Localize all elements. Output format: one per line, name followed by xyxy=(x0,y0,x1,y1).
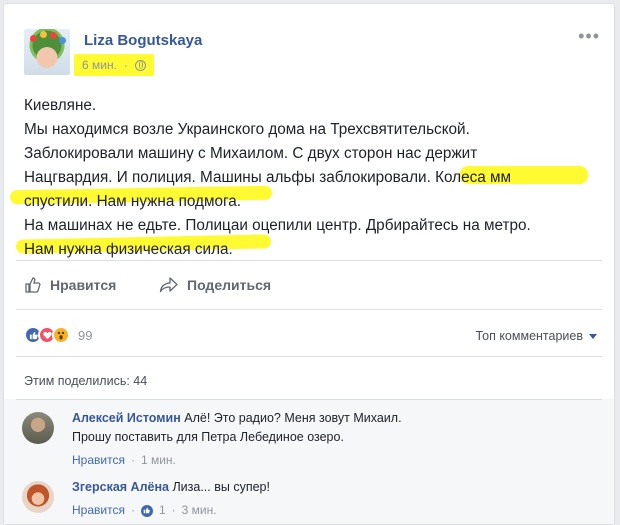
post-paragraph: Нацгвардия. И полиция. Машины альфы забл… xyxy=(24,169,512,186)
comment-like-button[interactable]: Нравится xyxy=(72,501,125,520)
post-paragraph: спустили. Нам нужна подмога. xyxy=(24,193,242,210)
divider xyxy=(16,356,602,357)
author-avatar[interactable] xyxy=(24,29,70,75)
wow-reaction-icon xyxy=(52,326,70,344)
thumbs-up-icon xyxy=(25,277,41,293)
commenter-name[interactable]: Згерская Алёна xyxy=(72,480,169,494)
flower-icon xyxy=(50,32,57,39)
globe-icon[interactable] xyxy=(134,59,146,71)
flower-icon xyxy=(59,37,66,44)
comment-text: Лиза... вы супер! xyxy=(172,480,270,494)
comment-text: Алё! Это радио? Меня зовут Михаил. xyxy=(184,411,402,425)
commenter-avatar[interactable] xyxy=(22,481,54,513)
post-paragraph: Заблокировали машину с Михаилом. С двух … xyxy=(24,145,478,162)
comment-like-count[interactable]: 1 xyxy=(159,501,166,520)
post-meta: 6 мин. · xyxy=(74,54,154,76)
shares-count[interactable]: Этим поделились: 44 xyxy=(24,374,147,388)
flower-icon xyxy=(40,31,47,38)
commenter-avatar[interactable] xyxy=(22,412,54,444)
reactions-count: 99 xyxy=(78,327,93,343)
comment-time[interactable]: 3 мин. xyxy=(182,501,217,520)
like-badge-icon xyxy=(140,504,153,517)
caret-down-icon xyxy=(589,333,597,339)
comment-sort-dropdown[interactable]: Топ комментариев xyxy=(475,329,597,343)
comments-section: Алексей Истомин Алё! Это радио? Меня зов… xyxy=(4,399,614,524)
like-button[interactable]: Нравится xyxy=(24,276,116,294)
comment-like-button[interactable]: Нравится xyxy=(72,451,125,470)
post-text: Киевляне. Мы находимся возле Украинского… xyxy=(24,94,594,262)
divider xyxy=(16,309,602,310)
post-paragraph: Нам нужна физическая сила. xyxy=(24,241,233,258)
share-arrow-icon xyxy=(159,277,178,293)
post-time[interactable]: 6 мин. xyxy=(82,58,117,72)
share-button[interactable]: Поделиться xyxy=(159,276,271,294)
divider xyxy=(16,260,602,261)
divider xyxy=(16,399,602,400)
comment-time[interactable]: 1 мин. xyxy=(141,451,176,470)
flower-icon xyxy=(30,35,37,42)
more-options-button[interactable]: ••• xyxy=(578,26,600,47)
commenter-name[interactable]: Алексей Истомин xyxy=(72,411,181,425)
like-label: Нравится xyxy=(50,277,117,293)
post-paragraph: На машинах не едьте. Полицаи оцепили цен… xyxy=(24,217,531,234)
post-card: Liza Bogutskaya 6 мин. · ••• Киевляне. М… xyxy=(3,3,615,525)
author-name[interactable]: Liza Bogutskaya xyxy=(84,32,202,49)
share-label: Поделиться xyxy=(187,277,272,293)
comment-sort-label: Топ комментариев xyxy=(475,329,583,343)
reactions-summary[interactable]: 99 xyxy=(24,326,92,344)
comment-text: Прошу поставить для Петра Лебединое озер… xyxy=(72,430,344,444)
post-paragraph: Мы находимся возле Украинского дома на Т… xyxy=(24,121,470,138)
post-paragraph: Киевляне. xyxy=(24,97,97,114)
